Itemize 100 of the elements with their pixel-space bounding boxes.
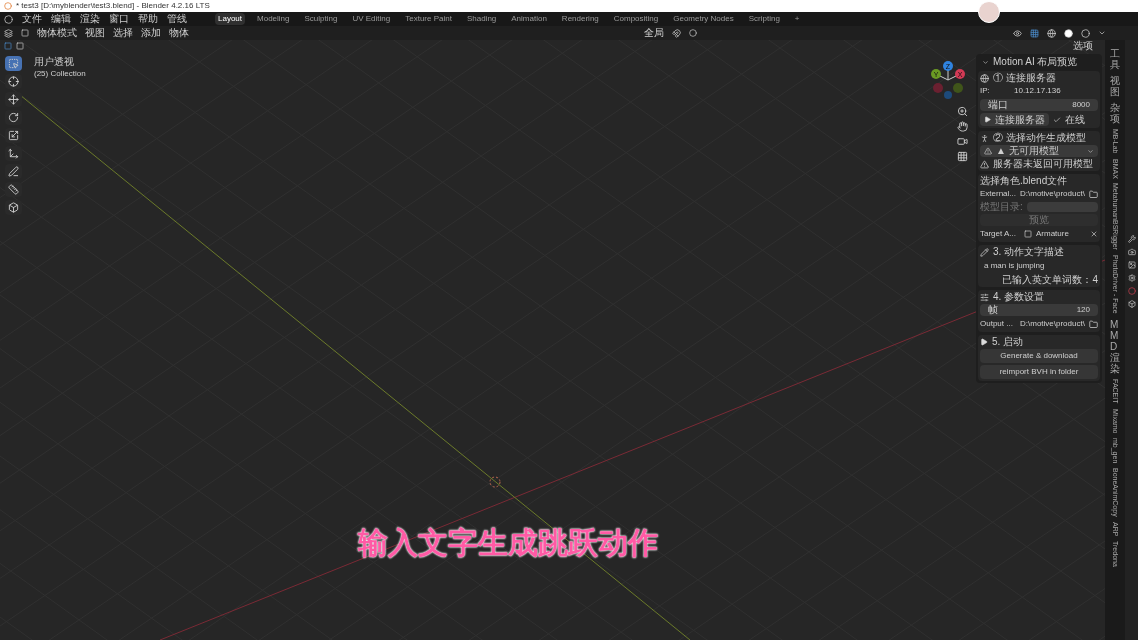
- object-icon[interactable]: [1127, 300, 1136, 308]
- text-input[interactable]: a man is jumping: [980, 260, 1098, 272]
- rotate-icon[interactable]: [5, 110, 22, 125]
- header-menu-item[interactable]: 添加: [141, 28, 161, 38]
- caption: 输入文字生成跳跃动作: [357, 525, 659, 561]
- image-icon[interactable]: [1127, 261, 1136, 269]
- section-heading: 5. 启动: [992, 337, 1024, 347]
- folder-icon[interactable]: [1089, 189, 1098, 199]
- ruler-icon[interactable]: [5, 182, 22, 197]
- menu-item[interactable]: 渲染: [80, 14, 100, 24]
- workspace-tab[interactable]: Rendering: [558, 13, 602, 25]
- workspace-tab[interactable]: Animation: [508, 13, 550, 25]
- options-dropdown[interactable]: 选项: [1073, 41, 1093, 51]
- workspace-tab[interactable]: Layout: [215, 13, 246, 25]
- camera-icon[interactable]: [1127, 248, 1136, 256]
- transform-icon[interactable]: [5, 146, 22, 161]
- workspace-tab[interactable]: Shading: [463, 13, 500, 25]
- mode-dropdown[interactable]: 物体模式: [37, 28, 77, 38]
- editor-type-icon[interactable]: [4, 28, 13, 38]
- status-text: 在线: [1065, 114, 1085, 125]
- sidebar-tab[interactable]: 视图: [1110, 75, 1120, 97]
- field-label: Output ...: [980, 318, 1014, 330]
- section-heading: ② 选择动作生成模型: [993, 133, 1086, 143]
- shading-solid-icon[interactable]: [1064, 28, 1073, 38]
- header-menu-item[interactable]: 选择: [113, 28, 133, 38]
- frames-field[interactable]: 帧 120: [980, 304, 1098, 316]
- armature-icon: [1024, 230, 1032, 238]
- sidebar-tab[interactable]: 工具: [1110, 48, 1120, 70]
- add-cube-icon[interactable]: [5, 200, 22, 215]
- view-name: 用户透视: [34, 56, 75, 69]
- select-box-icon[interactable]: [5, 56, 22, 71]
- collection-label: (25) Collection: [34, 68, 86, 79]
- play-icon: [984, 116, 991, 123]
- shading-material-icon[interactable]: [1081, 28, 1090, 38]
- menu-item[interactable]: 窗口: [109, 14, 129, 24]
- folder-icon[interactable]: [1089, 319, 1098, 329]
- section-heading: 3. 动作文字描述: [993, 247, 1065, 257]
- menu-item[interactable]: 编辑: [51, 14, 71, 24]
- collapse-icon[interactable]: [982, 58, 989, 66]
- 3d-cursor-icon: [489, 476, 501, 488]
- warning-icon: [980, 159, 989, 169]
- menu-item[interactable]: 管线: [167, 14, 187, 24]
- field-label: 模型目录:: [980, 202, 1023, 212]
- snap-icon[interactable]: [672, 28, 681, 38]
- sidebar-tab[interactable]: 杂项: [1110, 102, 1120, 124]
- field-label: External...: [980, 188, 1016, 200]
- mode-icon: [21, 29, 29, 37]
- section-heading: 4. 参数设置: [993, 292, 1045, 302]
- sidebar-tab[interactable]: MMD渲染: [1110, 319, 1120, 375]
- header-menu-item[interactable]: 视图: [85, 28, 105, 38]
- section-heading: ① 连接服务器: [993, 73, 1056, 83]
- warning-icon: [984, 147, 992, 155]
- action-button[interactable]: reimport BVH in folder: [980, 365, 1098, 379]
- workspace-tab[interactable]: Compositing: [610, 13, 662, 25]
- connect-button[interactable]: 连接服务器: [980, 113, 1049, 126]
- header-menu-item[interactable]: 物体: [169, 28, 189, 38]
- visibility-icon[interactable]: [1013, 28, 1022, 38]
- menu-item[interactable]: 文件: [22, 14, 42, 24]
- close-icon[interactable]: [1090, 230, 1098, 238]
- move-icon[interactable]: [5, 92, 22, 107]
- workspace-tab[interactable]: Sculpting: [301, 13, 341, 25]
- gear-icon[interactable]: [1127, 274, 1136, 282]
- ip-label: IP:: [980, 85, 991, 97]
- model-dropdown[interactable]: ▲ 无可用模型: [980, 145, 1098, 157]
- caret-icon: [1087, 147, 1094, 155]
- scale-icon[interactable]: [5, 128, 22, 143]
- caret-icon[interactable]: [1098, 29, 1106, 37]
- proportional-icon[interactable]: [689, 29, 697, 37]
- target-value: Armature: [1036, 228, 1070, 240]
- workspace-tab[interactable]: UV Editing: [349, 13, 394, 25]
- hand-icon[interactable]: [957, 121, 968, 132]
- section-heading: 选择角色.blend文件: [980, 176, 1069, 186]
- cursor-icon[interactable]: [5, 74, 22, 89]
- workspace-tab[interactable]: +: [791, 13, 803, 25]
- overlays-icon[interactable]: [1030, 28, 1039, 38]
- port-field[interactable]: 端口 8000: [980, 99, 1098, 111]
- figure-icon: [980, 133, 989, 143]
- workspace-tab[interactable]: Texture Paint: [402, 13, 455, 25]
- orientation-dropdown[interactable]: 全局: [644, 28, 664, 38]
- camera-icon[interactable]: [957, 136, 968, 147]
- path-value: D:\motive\product\: [1020, 188, 1085, 200]
- path-value: D:\motive\product\: [1020, 318, 1085, 330]
- ip-value: 10.12.17.136: [1014, 85, 1061, 97]
- word-count: 已输入英文单词数：4: [1002, 275, 1098, 285]
- globe-icon: [980, 73, 989, 83]
- grid-icon[interactable]: [957, 151, 968, 162]
- zoom-icon[interactable]: [957, 106, 968, 117]
- shading-wireframe-icon[interactable]: [1047, 28, 1056, 38]
- sliders-icon: [980, 292, 989, 302]
- field-label: Target A...: [980, 228, 1018, 240]
- window-title: * test3 [D:\myblender\test3.blend] - Blender 4.2.16 LTS: [16, 2, 210, 10]
- workspace-tab[interactable]: Modeling: [254, 13, 293, 25]
- menu-item[interactable]: 帮助: [138, 14, 158, 24]
- wrench-icon[interactable]: [1127, 235, 1136, 243]
- workspace-tab[interactable]: Geometry Nodes: [670, 13, 737, 25]
- action-button[interactable]: Generate & download: [980, 349, 1098, 363]
- annotate-icon[interactable]: [5, 164, 22, 179]
- panel-title[interactable]: Motion AI 布局预览: [993, 57, 1078, 67]
- warning-text: 服务器未返回可用模型: [993, 159, 1093, 169]
- workspace-tab[interactable]: Scripting: [745, 13, 783, 25]
